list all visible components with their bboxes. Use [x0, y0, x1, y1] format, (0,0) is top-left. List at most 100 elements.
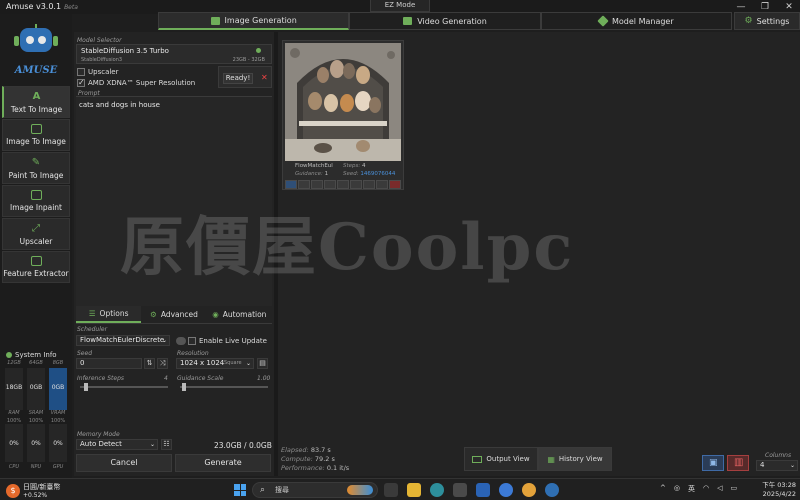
tab-label: Advanced [160, 310, 198, 319]
speaker-icon[interactable]: ◁ [717, 484, 722, 494]
system-tray: ^ ◎ 英 ◠ ◁ ▭ [660, 484, 737, 494]
generated-image[interactable] [285, 43, 401, 161]
wifi-icon[interactable]: ◠ [703, 484, 709, 494]
memory-options-icon[interactable]: ☷ [161, 439, 172, 450]
sidebar-item-paint-to-image[interactable]: ✎ Paint To Image [2, 152, 70, 184]
result-guidance: Guidance: 1 [295, 171, 328, 177]
history-view-label: History View [558, 455, 603, 463]
history-item[interactable]: FlowMatchEul Steps: 4 Guidance: 1 Seed: … [282, 40, 404, 190]
sidebar-item-feature-extractor[interactable]: Feature Extractor [2, 251, 70, 283]
resolution-select[interactable]: 1024 x 1024 Square ⌄ [176, 358, 254, 369]
live-update-label: Enable Live Update [199, 337, 267, 345]
guidance-slider-thumb[interactable] [181, 383, 186, 391]
input-language[interactable]: 英 [688, 484, 695, 494]
file-explorer-icon[interactable] [407, 483, 421, 497]
sidebar-item-image-to-image[interactable]: Image To Image [2, 119, 70, 151]
video-icon[interactable] [337, 180, 349, 189]
system-info-title: System Info [6, 351, 57, 359]
xdna-checkbox[interactable] [77, 78, 85, 87]
scheduler-select[interactable]: FlowMatchEulerDiscrete ⌄ [76, 335, 170, 346]
shuffle-icon[interactable]: ⤨ [157, 358, 168, 369]
resolution-mode: Square [224, 360, 242, 366]
tab-label: Model Manager [612, 16, 674, 26]
delete-icon[interactable] [389, 180, 401, 189]
edge-icon[interactable] [430, 483, 444, 497]
taskbar-search[interactable]: ⌕ 搜尋 [252, 482, 378, 498]
compute-row: Compute: 79.2 s [281, 455, 349, 464]
stock-name: 日圓/新臺幣 [23, 483, 61, 491]
memory-select[interactable]: Auto Detect ⌄ [76, 439, 158, 450]
expand-icon: ⤢ [32, 222, 40, 234]
resolution-caption: Resolution [177, 350, 209, 357]
image-to-image-icon[interactable] [311, 180, 323, 189]
view-switch: Output View ▦ History View [464, 447, 612, 471]
windows-start-icon[interactable] [234, 484, 246, 496]
task-view-icon[interactable] [384, 483, 398, 497]
seed-stepper-button[interactable]: ⇅ [144, 358, 155, 369]
app-icon[interactable] [499, 483, 513, 497]
steps-caption: Inference Steps [77, 375, 125, 382]
xdna-label: AMD XDNA™ Super Resolution [88, 79, 196, 87]
sliders-icon: ☰ [88, 309, 96, 318]
generate-button[interactable]: Generate [175, 454, 271, 472]
system-info-label: System Info [15, 351, 57, 359]
sidebar-item-label: Paint To Image [8, 170, 64, 180]
sys-total: 64GB [29, 360, 43, 366]
elapsed-key: Elapsed: [281, 446, 309, 454]
cancel-button[interactable]: Cancel [76, 454, 172, 472]
outlook-icon[interactable] [476, 483, 490, 497]
tab-model-manager[interactable]: Model Manager [540, 12, 732, 30]
sys-util-label: CPU [8, 464, 20, 470]
clear-history-button[interactable]: ▥ [727, 455, 749, 471]
history-view-button[interactable]: ▦ History View [538, 447, 612, 471]
upscaler-checkbox[interactable] [77, 68, 85, 76]
tab-video-generation[interactable]: Video Generation [349, 12, 541, 30]
copy-icon[interactable] [298, 180, 310, 189]
result-scheduler: FlowMatchEul [295, 163, 333, 169]
save-icon[interactable] [285, 180, 297, 189]
columns-select[interactable]: 4 ⌄ [756, 460, 798, 471]
model-selector[interactable]: StableDiffusion 3.5 Turbo StableDiffusio… [76, 44, 272, 64]
sys-total: 8GB [52, 360, 64, 366]
stock-widget[interactable]: $ 日圓/新臺幣 +0.52% [6, 482, 60, 499]
live-update-toggle[interactable] [176, 337, 186, 345]
currency-icon: $ [6, 483, 20, 498]
chrome-icon[interactable] [522, 483, 536, 497]
steps-slider-thumb[interactable] [84, 383, 89, 391]
guidance-value: 1.00 [257, 375, 271, 382]
tab-image-generation[interactable]: Image Generation [158, 12, 350, 30]
status-dot-icon [6, 352, 12, 358]
status-close-icon[interactable]: ✕ [261, 73, 268, 82]
stock-text: 日圓/新臺幣 +0.52% [23, 482, 60, 499]
seed-input[interactable]: 0 [76, 358, 142, 369]
memory-usage: 23.0GB / 0.0GB [214, 441, 272, 450]
taskbar-clock[interactable]: 下午 03:28 2025/4/22 [756, 481, 796, 499]
upscaler-label: Upscaler [88, 68, 119, 76]
tray-app-icon[interactable]: ◎ [674, 484, 680, 494]
battery-icon[interactable]: ▭ [730, 484, 737, 494]
steps-key: Steps: [343, 163, 361, 169]
link-icon[interactable] [363, 180, 375, 189]
settings-button[interactable]: ⚙ Settings [734, 12, 800, 30]
sidebar-item-upscaler[interactable]: ⤢ Upscaler [2, 218, 70, 250]
store-icon[interactable] [453, 483, 467, 497]
memory-value: Auto Detect [80, 440, 122, 448]
text-icon: A [32, 90, 41, 102]
tab-options[interactable]: ☰ Options [76, 306, 142, 323]
live-update-checkbox[interactable] [188, 337, 196, 345]
tab-automation[interactable]: ◉ Automation [207, 306, 272, 323]
amuse-taskbar-icon[interactable] [545, 483, 559, 497]
edit-icon[interactable] [324, 180, 336, 189]
sidebar-item-text-to-image[interactable]: A Text To Image [2, 86, 70, 118]
sidebar-item-image-inpaint[interactable]: Image Inpaint [2, 185, 70, 217]
open-folder-button[interactable]: ▣ [702, 455, 724, 471]
output-view-button[interactable]: Output View [464, 447, 538, 471]
tab-advanced[interactable]: ⚙ Advanced [141, 306, 206, 323]
upscale-icon[interactable] [350, 180, 362, 189]
ez-mode-toggle[interactable]: EZ Mode [370, 0, 430, 12]
steps-val: 4 [362, 163, 366, 169]
taskbar: $ 日圓/新臺幣 +0.52% ⌕ 搜尋 ^ ◎ 英 ◠ ◁ ▭ 下午 03:2… [0, 478, 800, 500]
resolution-options-icon[interactable]: ▤ [257, 358, 268, 369]
chevron-up-icon[interactable]: ^ [660, 484, 666, 494]
compare-icon[interactable] [376, 180, 388, 189]
